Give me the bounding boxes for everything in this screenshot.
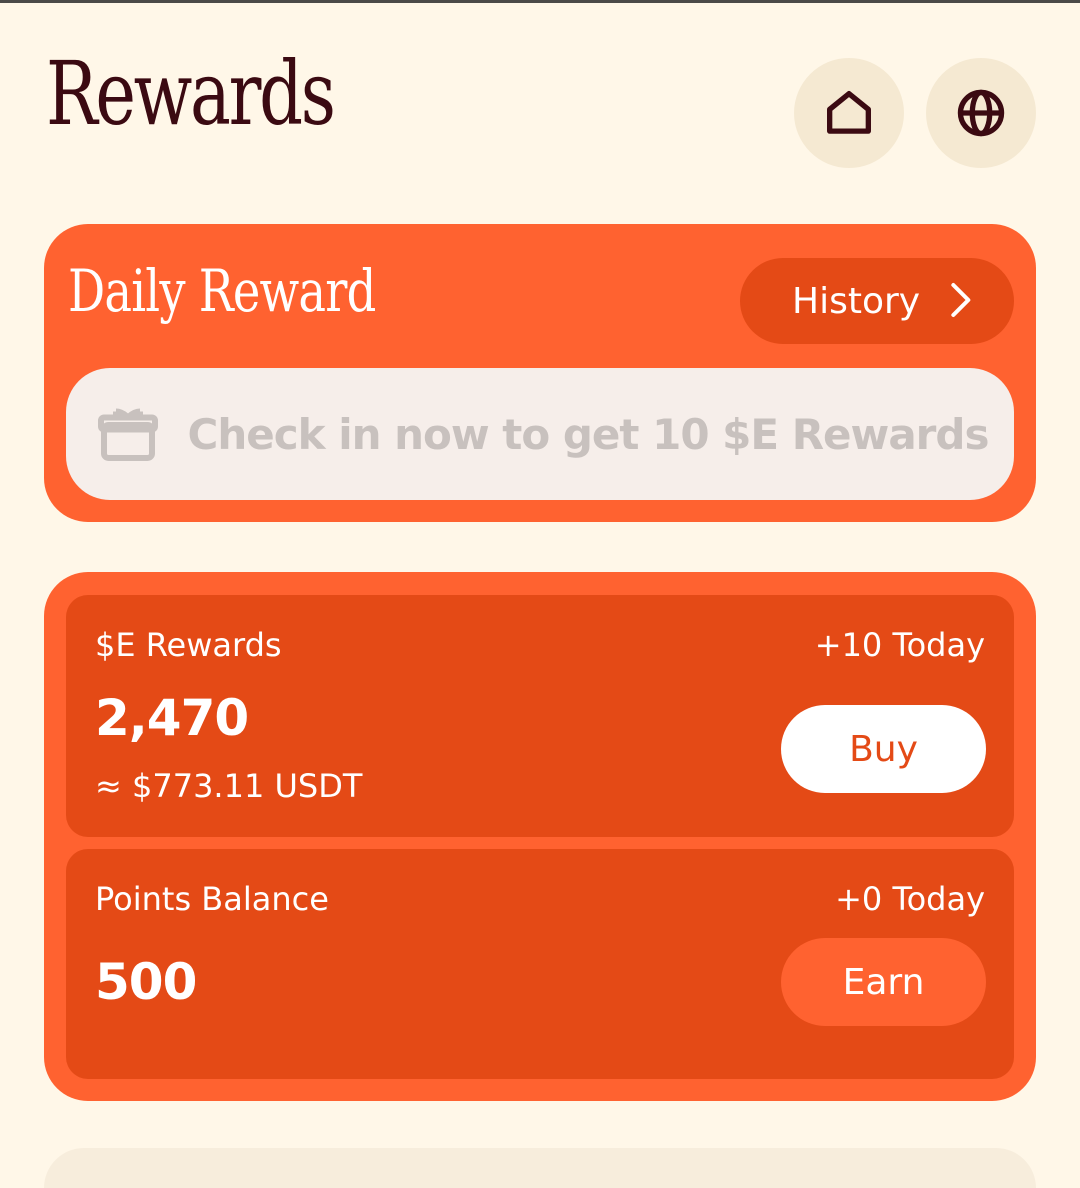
rewards-usdt-value: ≈ $773.11 USDT (95, 767, 363, 805)
rewards-label: $E Rewards (95, 626, 282, 664)
daily-reward-card: Daily Reward History Check in now to get… (44, 224, 1036, 522)
check-in-button[interactable]: Check in now to get 10 $E Rewards (66, 368, 1014, 500)
daily-reward-title: Daily Reward (68, 257, 376, 325)
gift-icon (97, 408, 158, 461)
balances-card: $E Rewards +10 Today 2,470 ≈ $773.11 USD… (44, 572, 1036, 1101)
buy-button[interactable]: Buy (781, 705, 986, 793)
points-panel: Points Balance +0 Today 500 Earn (66, 849, 1014, 1079)
status-divider (0, 0, 1080, 3)
check-in-text: Check in now to get 10 $E Rewards (187, 409, 990, 459)
history-label: History (792, 280, 921, 322)
rewards-today: +10 Today (814, 626, 985, 664)
points-value: 500 (95, 953, 197, 1011)
language-button[interactable] (926, 58, 1036, 168)
page-title: Rewards (46, 42, 336, 145)
history-button[interactable]: History (740, 258, 1014, 344)
chevron-right-icon (951, 283, 971, 317)
rewards-panel: $E Rewards +10 Today 2,470 ≈ $773.11 USD… (66, 595, 1014, 837)
points-today: +0 Today (835, 880, 985, 918)
header-actions (794, 58, 1036, 168)
home-icon (827, 91, 871, 134)
next-card (44, 1148, 1036, 1188)
globe-icon (957, 89, 1005, 137)
rewards-value: 2,470 (95, 689, 249, 747)
points-label: Points Balance (95, 880, 329, 918)
home-button[interactable] (794, 58, 904, 168)
earn-button[interactable]: Earn (781, 938, 986, 1026)
